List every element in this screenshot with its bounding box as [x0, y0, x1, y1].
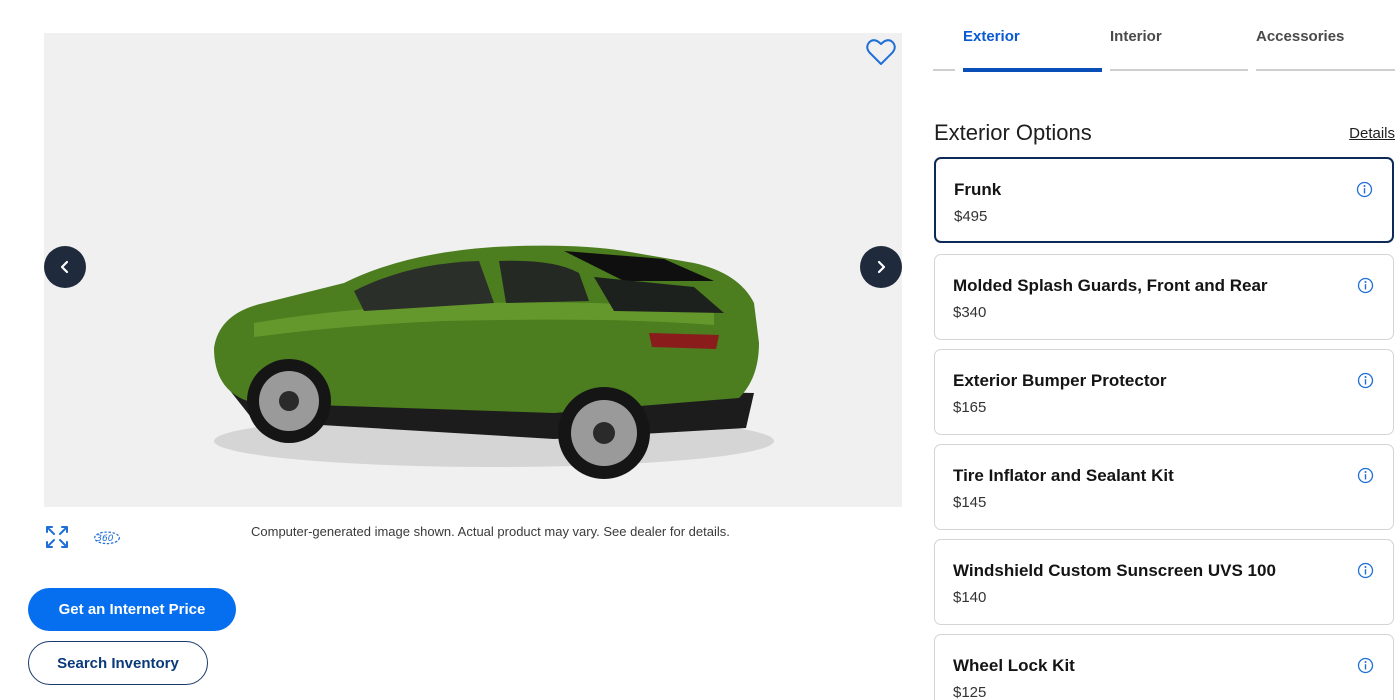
option-card-frunk[interactable]: Frunk $495	[934, 157, 1394, 243]
option-name: Frunk	[954, 180, 1002, 199]
360-view-icon: 360	[94, 531, 120, 545]
option-card-bumper-protector[interactable]: Exterior Bumper Protector $165	[934, 349, 1394, 435]
svg-text:360: 360	[96, 534, 114, 544]
option-price: $165	[953, 399, 987, 416]
vehicle-image-viewer	[44, 33, 902, 507]
option-card-wheel-lock-kit[interactable]: Wheel Lock Kit $125	[934, 634, 1394, 700]
info-circle-icon[interactable]	[1357, 562, 1374, 579]
options-header: Exterior Options Details	[934, 120, 1395, 150]
option-price: $145	[953, 494, 987, 511]
option-name: Molded Splash Guards, Front and Rear	[953, 276, 1268, 295]
option-price: $495	[954, 208, 988, 225]
view-360-button[interactable]: 360	[93, 523, 121, 551]
previous-image-button[interactable]	[44, 246, 86, 288]
option-name: Tire Inflator and Sealant Kit	[953, 466, 1174, 485]
tab-accessories-underline	[1256, 69, 1395, 71]
option-card-tire-inflator[interactable]: Tire Inflator and Sealant Kit $145	[934, 444, 1394, 530]
viewer-tools: 360	[43, 523, 121, 551]
tab-interior[interactable]: Interior	[1110, 28, 1162, 45]
vehicle-image	[214, 245, 774, 479]
tab-exterior[interactable]: Exterior	[963, 28, 1020, 45]
details-link[interactable]: Details	[1349, 125, 1395, 142]
next-image-button[interactable]	[860, 246, 902, 288]
info-circle-icon[interactable]	[1357, 372, 1374, 389]
info-circle-icon[interactable]	[1356, 181, 1373, 198]
image-disclaimer: Computer-generated image shown. Actual p…	[251, 524, 730, 539]
heart-icon	[866, 39, 896, 65]
option-card-splash-guards[interactable]: Molded Splash Guards, Front and Rear $34…	[934, 254, 1394, 340]
info-circle-icon[interactable]	[1357, 277, 1374, 294]
fullscreen-button[interactable]	[43, 523, 71, 551]
chevron-right-icon	[877, 260, 886, 274]
option-price: $140	[953, 589, 987, 606]
tab-interior-underline	[1110, 69, 1248, 71]
options-title: Exterior Options	[934, 120, 1092, 145]
tab-exterior-underline	[963, 68, 1102, 72]
option-price: $340	[953, 304, 987, 321]
option-name: Exterior Bumper Protector	[953, 371, 1167, 390]
expand-arrows-icon	[46, 526, 68, 548]
chevron-left-icon	[60, 260, 69, 274]
favorite-button[interactable]	[864, 36, 898, 68]
option-name: Wheel Lock Kit	[953, 656, 1075, 675]
tab-underline	[933, 69, 955, 71]
option-price: $125	[953, 684, 987, 700]
info-circle-icon[interactable]	[1357, 467, 1374, 484]
option-name: Windshield Custom Sunscreen UVS 100	[953, 561, 1276, 580]
search-inventory-button[interactable]: Search Inventory	[28, 641, 208, 685]
option-card-windshield-sunscreen[interactable]: Windshield Custom Sunscreen UVS 100 $140	[934, 539, 1394, 625]
options-tabs: Exterior Interior Accessories	[933, 28, 1395, 74]
info-circle-icon[interactable]	[1357, 657, 1374, 674]
get-internet-price-button[interactable]: Get an Internet Price	[28, 588, 236, 631]
tab-accessories[interactable]: Accessories	[1256, 28, 1344, 45]
